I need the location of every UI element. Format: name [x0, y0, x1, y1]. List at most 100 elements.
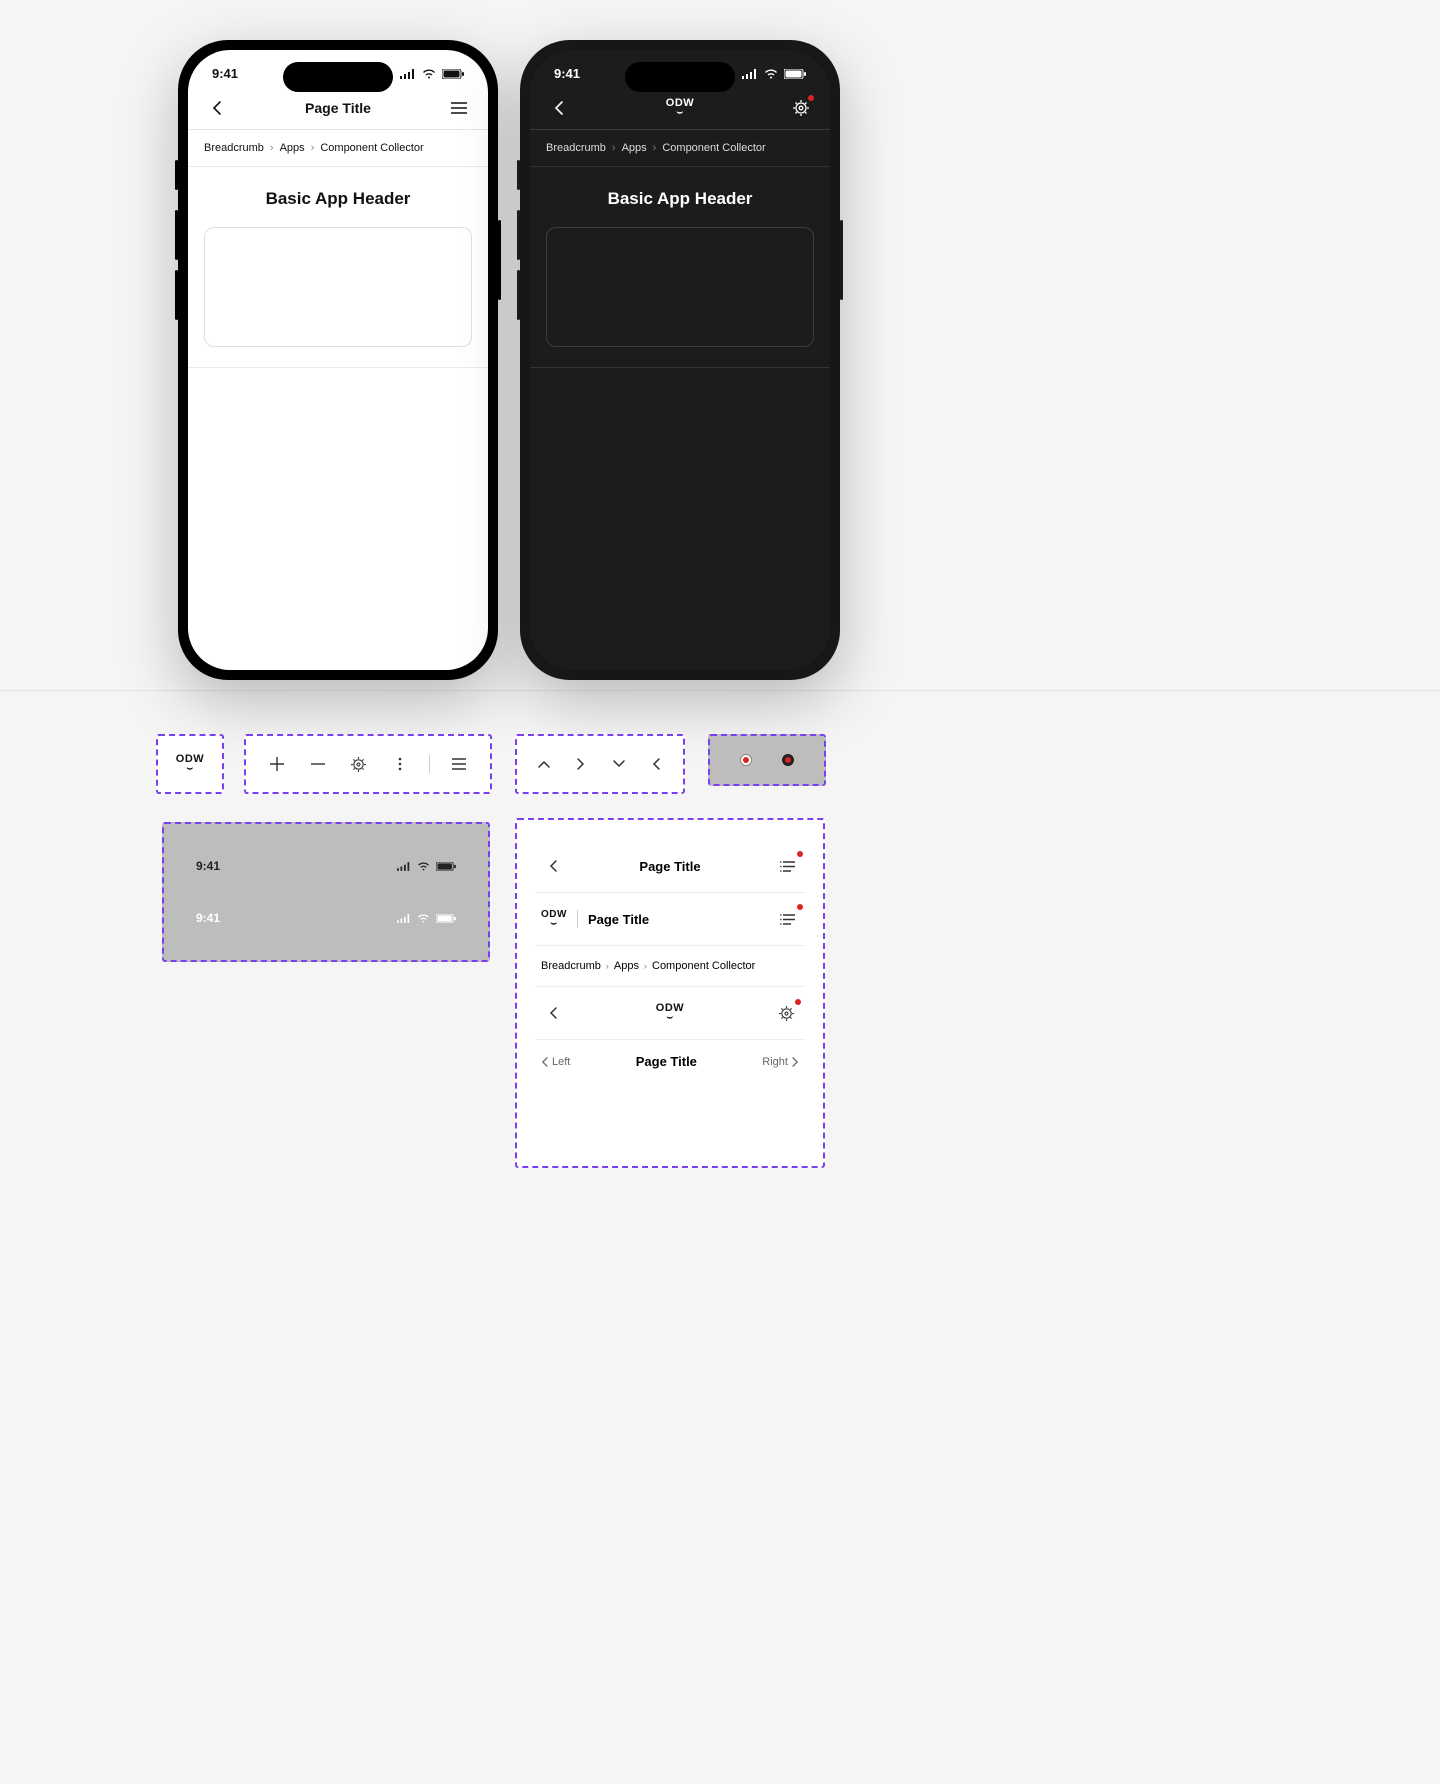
logo: ODW — [666, 98, 694, 118]
wifi-icon — [764, 69, 778, 79]
breadcrumb-item[interactable]: Component Collector — [652, 960, 755, 972]
breadcrumb-item[interactable]: Breadcrumb — [546, 142, 606, 154]
status-bar-light: 9:41 — [196, 859, 456, 873]
cellular-icon — [400, 69, 416, 79]
page-title: Page Title — [639, 859, 700, 874]
settings-button[interactable] — [775, 1001, 799, 1025]
component-group-logo: ODW — [156, 734, 224, 794]
section-divider — [0, 690, 1440, 691]
breadcrumb-item[interactable]: Apps — [622, 142, 647, 154]
breadcrumb-item[interactable]: Component Collector — [662, 142, 765, 154]
cellular-icon — [397, 914, 411, 923]
chevron-up-icon — [538, 760, 550, 768]
hamburger-icon — [451, 102, 467, 114]
chevron-right-icon: › — [612, 142, 616, 154]
menu-button[interactable] — [775, 907, 799, 931]
menu-button[interactable] — [775, 854, 799, 878]
add-button[interactable] — [265, 752, 289, 776]
vertical-divider — [429, 755, 430, 773]
chevron-right-icon — [577, 758, 585, 770]
remove-button[interactable] — [306, 752, 330, 776]
back-button[interactable] — [541, 1001, 565, 1025]
chevron-left-icon — [549, 1007, 557, 1019]
breadcrumb-item[interactable]: Apps — [280, 142, 305, 154]
dynamic-island — [283, 62, 393, 92]
badge-indicator-light[interactable] — [740, 754, 752, 766]
battery-icon — [436, 862, 456, 871]
chevron-left-icon — [212, 101, 222, 115]
phone-side-button — [840, 220, 843, 300]
back-button[interactable] — [206, 97, 228, 119]
list-icon — [780, 914, 795, 925]
phone-side-button — [517, 160, 520, 190]
chevron-right-icon — [792, 1057, 799, 1067]
badge-indicator-dark[interactable] — [782, 754, 794, 766]
prev-button[interactable] — [644, 752, 668, 776]
wifi-icon — [417, 914, 430, 923]
app-header: Page Title — [188, 87, 488, 130]
more-button[interactable] — [388, 752, 412, 776]
plus-icon — [270, 757, 284, 771]
phone-side-button — [517, 270, 520, 320]
chevron-right-icon: › — [606, 961, 609, 971]
cellular-icon — [397, 862, 411, 871]
nav-right-label: Right — [762, 1056, 788, 1068]
menu-button[interactable] — [447, 752, 471, 776]
phone-side-button — [175, 160, 178, 190]
page-title: Page Title — [588, 912, 649, 927]
header-variant-back-logo-settings: ODW — [535, 987, 805, 1040]
notification-dot — [795, 999, 801, 1005]
notification-dot — [808, 95, 814, 101]
up-button[interactable] — [532, 752, 556, 776]
component-group-actions — [244, 734, 492, 794]
nav-right-button[interactable]: Right — [762, 1056, 799, 1068]
status-bar-dark: 9:41 — [196, 911, 456, 925]
kebab-icon — [398, 757, 402, 771]
phone-light: 9:41 Page Title Breadcrumb › Apps › Comp… — [178, 40, 498, 680]
chevron-left-icon — [554, 101, 564, 115]
settings-button[interactable] — [347, 752, 371, 776]
minus-icon — [311, 757, 325, 771]
notification-dot — [797, 851, 803, 857]
nav-left-label: Left — [552, 1056, 570, 1068]
chevron-right-icon: › — [311, 142, 315, 154]
vertical-divider — [577, 910, 578, 928]
breadcrumb-item[interactable]: Apps — [614, 960, 639, 972]
nav-left-button[interactable]: Left — [541, 1056, 570, 1068]
battery-icon — [442, 69, 464, 79]
content-section: Basic App Header — [530, 167, 830, 368]
breadcrumb-item[interactable]: Breadcrumb — [541, 960, 601, 972]
chevron-right-icon: › — [644, 961, 647, 971]
menu-button[interactable] — [448, 97, 470, 119]
status-time: 9:41 — [554, 66, 580, 81]
settings-button[interactable] — [790, 97, 812, 119]
section-heading: Basic App Header — [204, 189, 472, 209]
content-placeholder — [204, 227, 472, 347]
breadcrumb: Breadcrumb › Apps › Component Collector — [188, 130, 488, 167]
chevron-left-icon — [549, 860, 557, 872]
chevron-right-icon: › — [270, 142, 274, 154]
list-icon — [780, 861, 795, 872]
header-variant-logo-title-menu: ODW Page Title — [535, 893, 805, 946]
next-button[interactable] — [569, 752, 593, 776]
battery-icon — [436, 914, 456, 923]
app-header: ODW — [530, 87, 830, 130]
logo: ODW — [656, 1003, 684, 1023]
down-button[interactable] — [607, 752, 631, 776]
component-group-statusbars: 9:41 9:41 — [162, 822, 490, 962]
component-group-navigation — [515, 734, 685, 794]
phone-side-button — [498, 220, 501, 300]
breadcrumb-item[interactable]: Component Collector — [320, 142, 423, 154]
breadcrumb: Breadcrumb › Apps › Component Collector — [530, 130, 830, 167]
page-title: Page Title — [305, 100, 371, 116]
back-button[interactable] — [548, 97, 570, 119]
page-title: Page Title — [636, 1054, 697, 1069]
breadcrumb-item[interactable]: Breadcrumb — [204, 142, 264, 154]
hamburger-icon — [452, 758, 466, 770]
phone-side-button — [175, 270, 178, 320]
status-time: 9:41 — [196, 859, 220, 873]
phone-side-button — [175, 210, 178, 260]
gear-icon — [793, 100, 809, 116]
wifi-icon — [422, 69, 436, 79]
back-button[interactable] — [541, 854, 565, 878]
